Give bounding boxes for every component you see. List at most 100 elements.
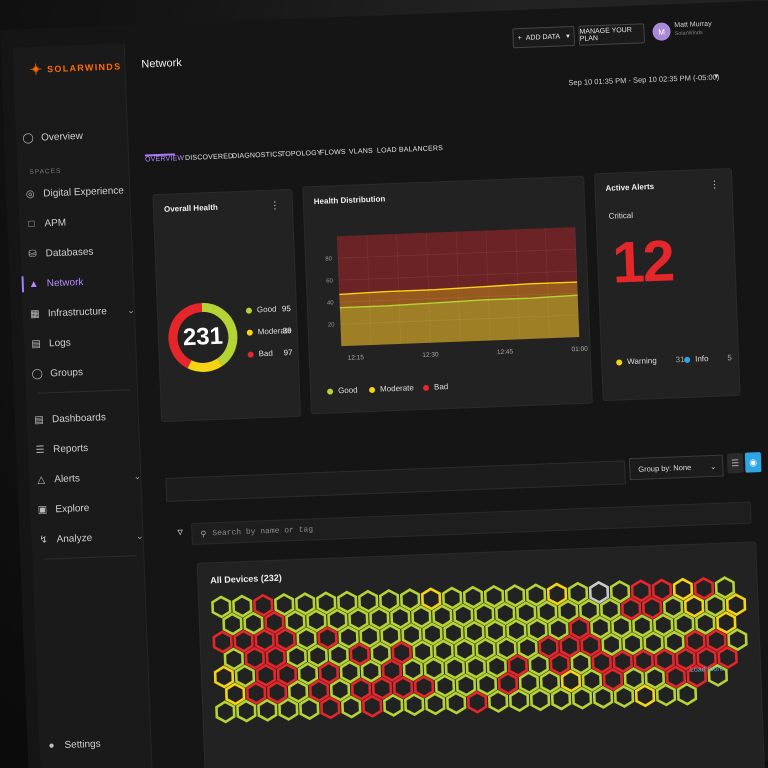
device-hex[interactable] [695,611,716,635]
device-hex[interactable] [383,693,404,717]
device-hex[interactable] [508,689,530,713]
device-hex[interactable] [693,576,715,600]
device-hex[interactable] [537,600,558,624]
device-hex[interactable] [495,602,516,626]
device-hex[interactable] [433,639,454,663]
device-hex[interactable] [255,663,277,687]
device-hex[interactable] [634,684,656,708]
device-hex[interactable] [727,628,748,652]
sidebar-item-groups[interactable]: ◯ Groups [31,361,140,383]
tab-vlans[interactable]: VLANS [349,148,373,156]
device-hex[interactable] [613,685,635,709]
device-hex[interactable] [443,621,464,645]
device-hex[interactable] [496,637,517,660]
device-hex[interactable] [601,632,622,656]
device-hex[interactable] [571,686,593,710]
device-hex[interactable] [264,610,285,634]
device-hex[interactable] [516,601,537,625]
device-hex[interactable] [716,611,737,635]
device-hex[interactable] [285,610,306,634]
device-hex[interactable] [274,593,295,617]
tab-discovered[interactable]: DISCOVERED [185,153,234,162]
grid-view-button[interactable]: ◉ [744,452,762,473]
device-hex[interactable] [212,630,233,654]
critical-count[interactable]: 12 [611,227,674,296]
search-input[interactable]: ⚲ Search by name or tag [191,501,752,546]
device-hex[interactable] [224,682,246,706]
device-hex[interactable] [609,580,631,604]
device-hex[interactable] [308,679,330,703]
device-hex[interactable] [390,606,411,630]
device-hex[interactable] [286,645,307,669]
device-hex[interactable] [307,644,328,668]
sidebar-item-network[interactable]: ▲ Network [27,271,136,293]
tab-topology[interactable]: TOPOLOGY [281,150,322,159]
sidebar-item-databases[interactable]: ⛁ Databases [26,241,135,263]
sidebar-item-dashboards[interactable]: ▤ Dashboards [33,407,142,429]
device-hex[interactable] [441,586,463,610]
device-hex[interactable] [685,629,706,653]
load-more-link[interactable]: Load more [690,666,724,674]
device-hex[interactable] [644,666,666,690]
device-hex[interactable] [222,612,243,636]
device-hex[interactable] [420,587,442,611]
device-hex[interactable] [360,659,382,683]
device-hex[interactable] [412,640,433,664]
device-hex[interactable] [391,641,412,665]
device-hex[interactable] [245,681,267,705]
device-hex[interactable] [380,623,401,647]
device-hex[interactable] [254,628,275,652]
device-hex[interactable] [278,697,299,721]
device-hex[interactable] [672,577,694,601]
tab-load-balancers[interactable]: LOAD BALANCERS [377,145,443,155]
device-hex[interactable] [518,671,540,695]
device-hex[interactable] [486,654,508,678]
device-hex[interactable] [622,632,643,656]
device-hex[interactable] [306,609,327,633]
device-hex[interactable] [369,606,390,630]
device-hex[interactable] [318,661,340,685]
device-hex[interactable] [276,662,298,686]
group-by-select[interactable]: Group by: None ⌄ [628,454,724,481]
device-hex[interactable] [423,657,445,681]
device-hex[interactable] [381,658,403,682]
device-hex[interactable] [599,598,621,621]
chevron-down-icon[interactable]: ▾ [714,71,718,80]
list-view-button[interactable]: ☰ [726,452,744,474]
device-hex[interactable] [674,612,695,636]
sidebar-item-overview[interactable]: ◯ Overview [22,125,131,147]
device-hex[interactable] [529,688,551,712]
device-hex[interactable] [623,667,645,691]
device-hex[interactable] [297,662,319,686]
device-hex[interactable] [676,682,698,706]
device-hex[interactable] [632,614,653,638]
more-options-icon[interactable]: ⋮ [270,200,280,211]
device-hex[interactable] [357,589,379,613]
device-hex[interactable] [444,656,466,680]
device-hex[interactable] [653,613,674,637]
device-hex[interactable] [424,692,446,716]
sidebar-item-infrastructure[interactable]: ▦ Infrastructure ⌄ [29,301,138,323]
tab-diagnostics[interactable]: DIAGNOSTICS [232,151,283,160]
device-hex[interactable] [411,605,432,629]
filter-icon[interactable]: ▿ [177,525,183,538]
device-hex[interactable] [578,598,600,622]
device-hex[interactable] [590,615,611,639]
device-hex[interactable] [474,602,495,626]
device-hex[interactable] [662,595,684,619]
device-hex[interactable] [651,578,673,602]
device-hex[interactable] [213,665,235,689]
device-hex[interactable] [348,607,369,631]
device-hex[interactable] [454,638,475,662]
sidebar-item-settings[interactable]: ● Settings [45,733,154,755]
device-hex[interactable] [483,584,505,608]
device-hex[interactable] [643,631,664,655]
device-hex[interactable] [462,585,484,609]
date-range-picker[interactable]: Sep 10 01:35 PM - Sep 10 02:35 PM (-05:0… [568,72,719,87]
device-hex[interactable] [612,650,633,674]
sidebar-item-alerts[interactable]: △ Alerts ⌄ [35,467,144,489]
device-hex[interactable] [434,674,456,698]
info-summary[interactable]: Info 5 [684,353,732,364]
device-hex[interactable] [641,596,663,620]
device-hex[interactable] [413,675,435,699]
